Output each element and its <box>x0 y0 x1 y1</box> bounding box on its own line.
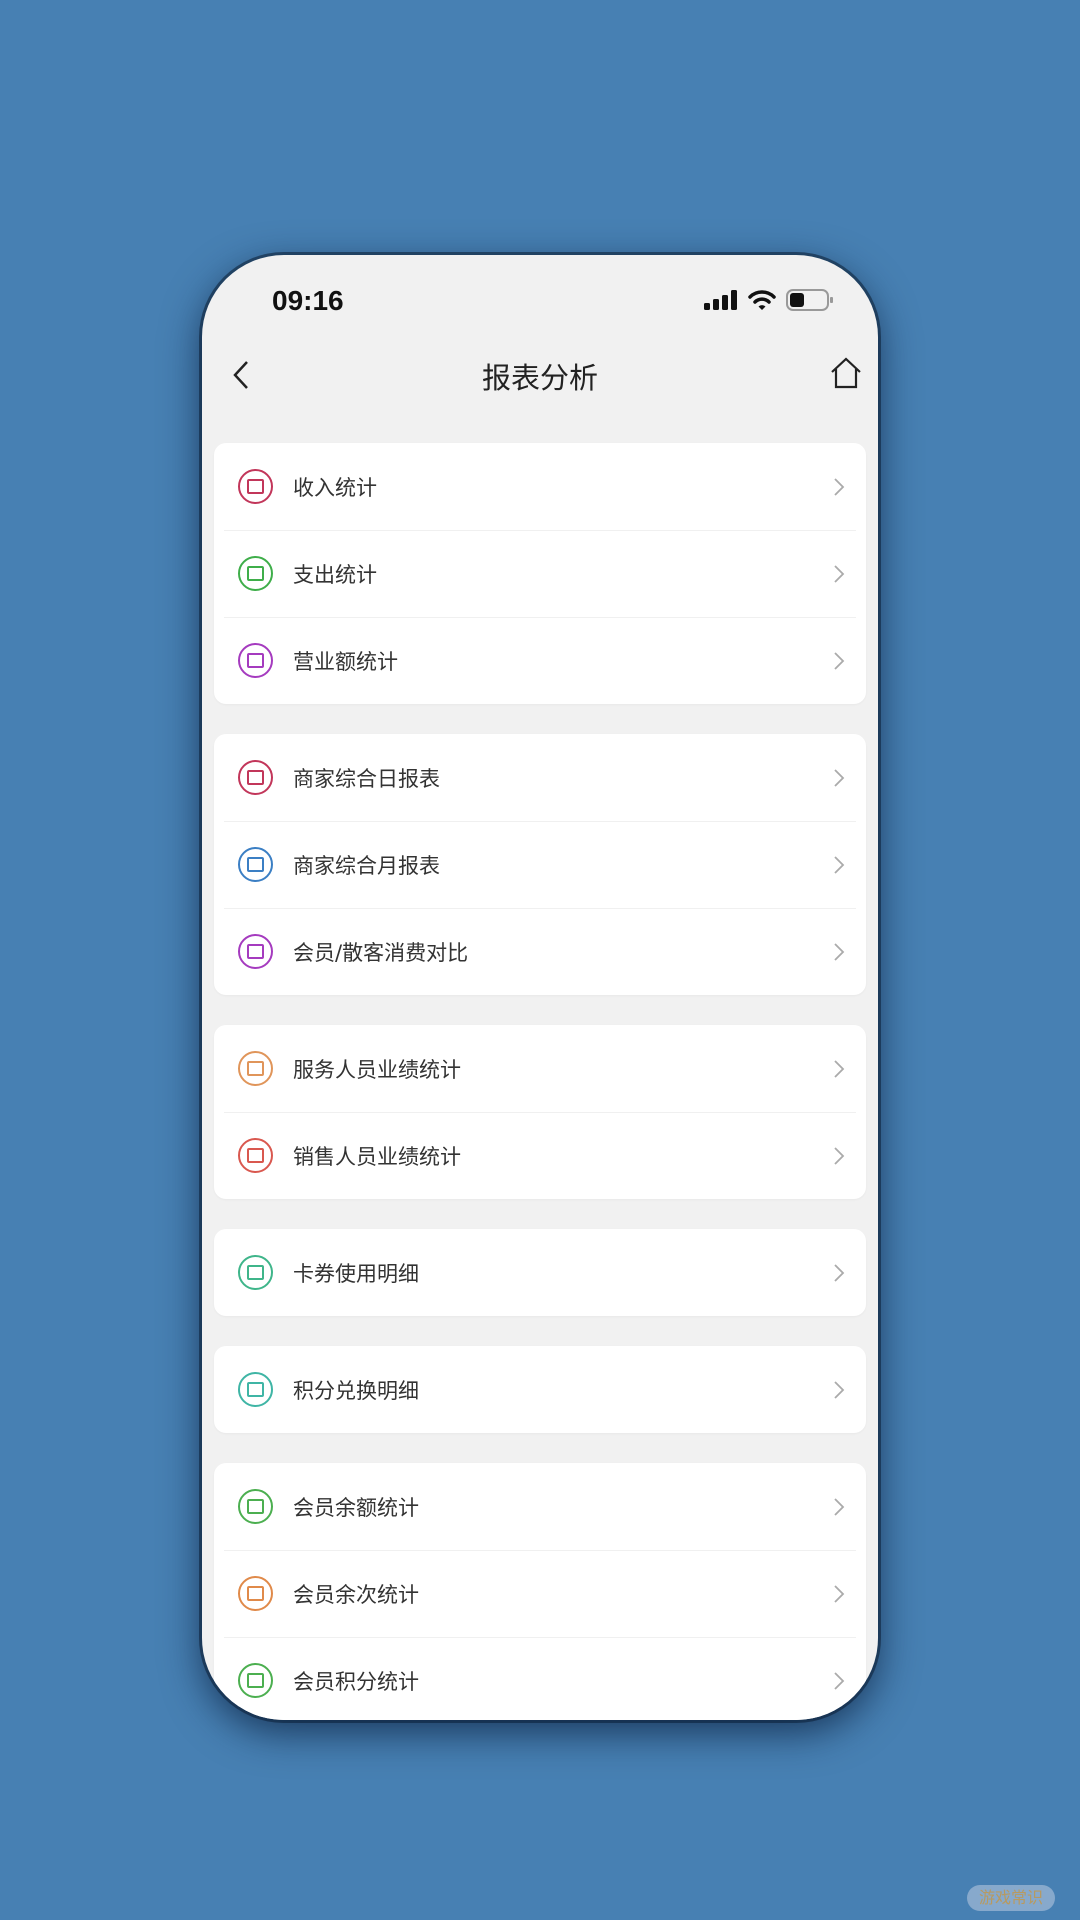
list-item[interactable]: 支出统计 <box>214 530 866 617</box>
chevron-right-icon <box>834 1059 845 1078</box>
performance-icon <box>238 1138 273 1173</box>
chevron-right-icon <box>834 1584 845 1603</box>
performance-icon <box>238 1051 273 1086</box>
chevron-right-icon <box>834 1146 845 1165</box>
list-item-label: 积分兑换明细 <box>293 1378 419 1403</box>
report-group: 服务人员业绩统计 销售人员业绩统计 <box>214 1025 866 1199</box>
calendar-icon <box>238 847 273 882</box>
list-item-label: 卡券使用明细 <box>293 1261 419 1286</box>
signal-icon <box>704 290 737 310</box>
wifi-icon <box>748 290 776 310</box>
coins-icon <box>238 1663 273 1698</box>
page-title: 报表分析 <box>481 361 598 395</box>
list-item-label: 会员余次统计 <box>293 1582 419 1607</box>
list-item[interactable]: 会员余次统计 <box>214 1550 866 1637</box>
nav-bar: 报表分析 <box>202 345 878 405</box>
home-icon[interactable] <box>828 355 864 391</box>
compare-icon <box>238 934 273 969</box>
list-item[interactable]: 会员余额统计 <box>214 1463 866 1550</box>
chevron-right-icon <box>834 1380 845 1399</box>
status-time: 09:16 <box>272 285 344 316</box>
chevron-right-icon <box>834 855 845 874</box>
chevron-right-icon <box>834 1497 845 1516</box>
watermark: 游戏常识 <box>967 1885 1055 1911</box>
report-group: 卡券使用明细 <box>214 1229 866 1316</box>
list-item-label: 服务人员业绩统计 <box>293 1057 461 1082</box>
list-item-label: 会员积分统计 <box>293 1669 419 1694</box>
calendar-icon <box>238 760 273 795</box>
logout-icon <box>238 556 273 591</box>
chevron-right-icon <box>834 564 845 583</box>
list-item-label: 会员余额统计 <box>293 1495 419 1520</box>
report-group: 收入统计 支出统计 营业额统计 <box>214 443 866 704</box>
chevron-right-icon <box>834 768 845 787</box>
list-item-label: 商家综合月报表 <box>293 853 440 878</box>
list-item[interactable]: 商家综合日报表 <box>214 734 866 821</box>
coins-icon <box>238 1372 273 1407</box>
chevron-right-icon <box>834 942 845 961</box>
trend-chart-icon <box>238 643 273 678</box>
list-item-label: 收入统计 <box>293 475 377 500</box>
wallet-icon <box>238 1489 273 1524</box>
list-item-label: 营业额统计 <box>293 649 398 674</box>
list-item[interactable]: 服务人员业绩统计 <box>214 1025 866 1112</box>
phone-screen: 09:16 报表分析 收入统计 支出统计 营业额统计 商家综合日报表 商家综合月… <box>202 255 878 1720</box>
list-item-label: 会员/散客消费对比 <box>293 940 469 965</box>
list-item[interactable]: 商家综合月报表 <box>214 821 866 908</box>
list-item[interactable]: 积分兑换明细 <box>214 1346 866 1433</box>
chevron-right-icon <box>834 477 845 496</box>
report-group: 积分兑换明细 <box>214 1346 866 1433</box>
hourglass-icon <box>238 1576 273 1611</box>
report-list: 收入统计 支出统计 营业额统计 商家综合日报表 商家综合月报表 会员/散客消费对… <box>214 443 866 1720</box>
list-item[interactable]: 卡券使用明细 <box>214 1229 866 1316</box>
list-item[interactable]: 会员积分统计 <box>214 1637 866 1720</box>
list-item[interactable]: 销售人员业绩统计 <box>214 1112 866 1199</box>
chevron-right-icon <box>834 1263 845 1282</box>
status-bar: 09:16 <box>202 255 878 335</box>
list-item-label: 销售人员业绩统计 <box>293 1144 461 1169</box>
login-icon <box>238 469 273 504</box>
battery-icon <box>786 289 833 311</box>
list-item[interactable]: 营业额统计 <box>214 617 866 704</box>
list-item-label: 商家综合日报表 <box>293 766 440 791</box>
coupon-icon <box>238 1255 273 1290</box>
report-group: 商家综合日报表 商家综合月报表 会员/散客消费对比 <box>214 734 866 995</box>
list-item[interactable]: 会员/散客消费对比 <box>214 908 866 995</box>
list-item-label: 支出统计 <box>293 562 377 587</box>
chevron-right-icon <box>834 1671 845 1690</box>
list-item[interactable]: 收入统计 <box>214 443 866 530</box>
chevron-right-icon <box>834 651 845 670</box>
report-group: 会员余额统计 会员余次统计 会员积分统计 <box>214 1463 866 1720</box>
